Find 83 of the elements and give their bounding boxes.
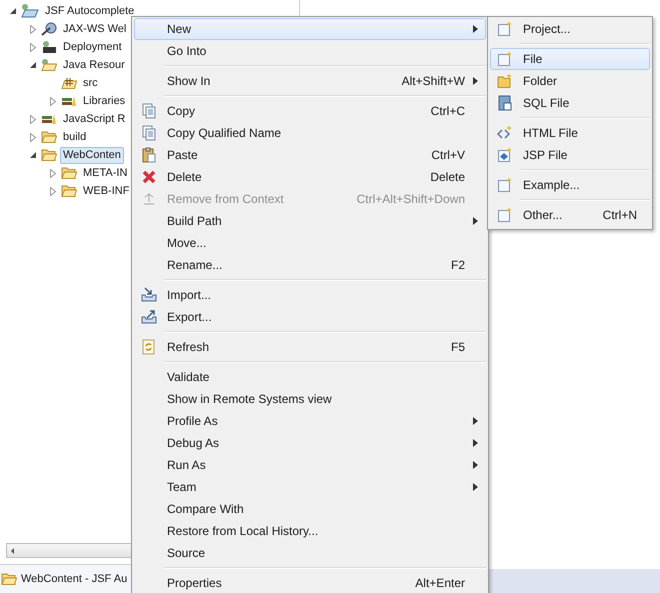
html-file-icon [497,125,513,141]
collapsed-arrow-icon[interactable] [29,114,37,124]
submenu-arrow-icon [473,461,478,469]
menu-item[interactable]: Rename... F2 [134,254,486,276]
folder-icon [1,572,17,586]
menu-item[interactable]: Refresh F5 [134,336,486,358]
folder-icon [61,166,77,180]
tree-item[interactable]: Libraries [80,92,128,110]
submenu-arrow-icon [473,439,478,447]
menu-item[interactable]: Move... [134,232,486,254]
menu-item[interactable]: Properties Alt+Enter [134,572,486,593]
menu-item[interactable]: New [134,18,486,40]
copy-icon [141,103,157,119]
menu-item[interactable]: Copy Qualified Name [134,122,486,144]
menu-item[interactable]: Source [134,542,486,564]
new-document-icon [497,21,513,37]
menu-item[interactable]: Compare With [134,498,486,520]
menu-item[interactable]: Restore from Local History... [134,520,486,542]
menu-item[interactable]: Folder [490,70,650,92]
menu-item[interactable]: HTML File [490,122,650,144]
database-icon [497,95,513,111]
import-icon [141,287,157,303]
refresh-icon [141,339,157,355]
menu-item[interactable]: Show In Alt+Shift+W [134,70,486,92]
tree-item[interactable]: JavaScript R [60,110,128,128]
menu-item[interactable]: Run As [134,454,486,476]
expanded-arrow-icon[interactable] [29,151,37,159]
delete-icon [141,169,157,185]
menu-item[interactable]: Show in Remote Systems view [134,388,486,410]
submenu-arrow-icon [473,483,478,491]
menu-item[interactable]: Team [134,476,486,498]
tree-item[interactable]: JSF Autocomplete [42,2,138,20]
menu-item[interactable]: Validate [134,366,486,388]
tree-item[interactable]: WEB-INF [80,182,132,200]
menu-item[interactable]: Delete Delete [134,166,486,188]
clipboard-icon [141,147,157,163]
submenu-arrow-icon [473,77,478,85]
folder-icon [61,184,77,198]
menu-item[interactable]: File [490,48,650,70]
copy-icon [141,125,157,141]
collapsed-arrow-icon[interactable] [49,168,57,178]
export-icon [141,309,157,325]
menu-item[interactable]: Import... [134,284,486,306]
books-icon [41,112,57,126]
new-folder-icon [497,73,513,89]
menu-item[interactable]: Export... [134,306,486,328]
tree-item[interactable]: WebConten [60,146,124,164]
menu-item[interactable]: Debug As [134,432,486,454]
tree-item[interactable]: build [60,128,90,146]
tree-item[interactable]: src [80,74,101,92]
tree-item[interactable]: JAX-WS Wel [60,20,130,38]
collapsed-arrow-icon[interactable] [29,24,37,34]
tree-item[interactable]: Java Resour [60,56,128,74]
menu-item[interactable]: Project... [490,18,650,40]
new-document-icon [497,207,513,223]
tree-item[interactable]: META-IN [80,164,130,182]
folder-icon [41,148,57,162]
menu-item[interactable]: Go Into [134,40,486,62]
collapsed-arrow-icon[interactable] [29,42,37,52]
submenu-arrow-icon [473,25,478,33]
menu-item[interactable]: SQL File [490,92,650,114]
menu-item[interactable]: Profile As [134,410,486,432]
submenu-arrow-icon [473,217,478,225]
tree-item[interactable]: Deployment [60,38,125,56]
jsp-file-icon [497,147,513,163]
expanded-arrow-icon[interactable] [9,7,17,15]
books-icon [61,94,77,108]
menu-item[interactable]: JSP File [490,144,650,166]
menu-item[interactable]: Example... [490,174,650,196]
menu-item[interactable]: Build Path [134,210,486,232]
expanded-arrow-icon[interactable] [29,61,37,69]
submenu-arrow-icon [473,417,478,425]
collapsed-arrow-icon[interactable] [49,96,57,106]
status-text: WebContent - JSF Au [21,573,128,585]
collapsed-arrow-icon[interactable] [49,186,57,196]
menu-item[interactable]: Paste Ctrl+V [134,144,486,166]
folder-icon [41,130,57,144]
new-document-icon [497,177,513,193]
menu-item[interactable]: Other... Ctrl+N [490,204,650,226]
collapsed-arrow-icon[interactable] [29,132,37,142]
new-document-icon [497,51,513,67]
menu-item[interactable]: Copy Ctrl+C [134,100,486,122]
package-folder-icon [61,76,77,90]
